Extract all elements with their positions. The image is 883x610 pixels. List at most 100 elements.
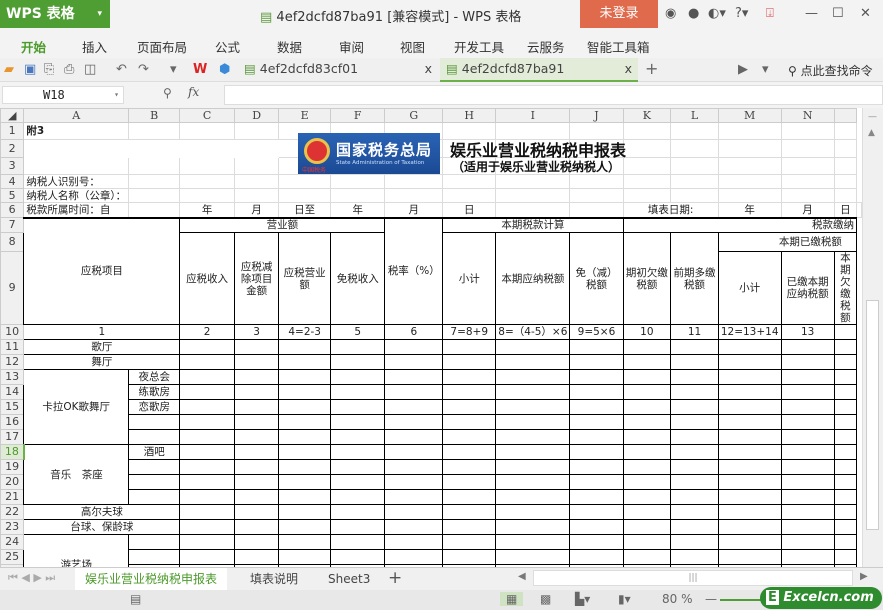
form-cell[interactable]	[622, 534, 672, 550]
form-cell[interactable]	[833, 534, 858, 550]
paid-this-period-header[interactable]: 本期已缴税额	[717, 232, 858, 252]
sheet-tab-active[interactable]: 娱乐业营业税纳税申报表	[75, 568, 228, 591]
form-cell[interactable]	[495, 549, 571, 565]
form-cell[interactable]	[670, 354, 719, 370]
vertical-scroll-thumb[interactable]	[866, 300, 879, 530]
form-cell[interactable]	[442, 459, 497, 475]
taxable-subitem[interactable]: 夜总会	[128, 369, 181, 385]
form-cell[interactable]	[329, 399, 386, 415]
form-cell[interactable]	[495, 369, 571, 385]
horizontal-scrollbar[interactable]: |||	[533, 570, 853, 586]
paid-subtotal-header[interactable]: 小计	[717, 251, 782, 325]
form-cell[interactable]	[495, 399, 571, 415]
period-month[interactable]: 月	[233, 202, 280, 218]
form-cell[interactable]	[442, 414, 497, 430]
form-cell[interactable]	[622, 354, 672, 370]
form-cell[interactable]	[384, 549, 444, 565]
form-cell[interactable]	[278, 504, 331, 520]
form-cell[interactable]	[780, 414, 835, 430]
tax-rate-header[interactable]: 税率（%）	[384, 216, 444, 325]
column-header[interactable]: M	[717, 108, 782, 123]
col-number[interactable]: 1	[23, 324, 181, 340]
row-header[interactable]: 3	[0, 157, 25, 175]
column-header[interactable]: L	[670, 108, 719, 123]
form-cell[interactable]	[179, 339, 235, 355]
row-header[interactable]: 17	[0, 429, 25, 445]
cube-icon[interactable]: ⬢	[219, 62, 230, 77]
form-cell[interactable]	[717, 474, 782, 490]
form-cell[interactable]	[780, 519, 835, 535]
login-button[interactable]: 未登录	[580, 0, 658, 28]
form-cell[interactable]	[670, 474, 719, 490]
form-cell[interactable]	[670, 504, 719, 520]
period-year[interactable]: 年	[179, 202, 235, 218]
form-cell[interactable]	[780, 429, 835, 445]
form-cell[interactable]	[622, 549, 672, 565]
period-day-to[interactable]: 日至	[278, 202, 331, 218]
row-header[interactable]: 16	[0, 414, 25, 430]
form-cell[interactable]	[670, 399, 719, 415]
form-cell[interactable]	[384, 519, 444, 535]
row-header[interactable]: 2	[0, 139, 25, 158]
col-number[interactable]: 7=8+9	[442, 324, 497, 340]
form-cell[interactable]	[569, 384, 624, 400]
redo-icon[interactable]: ↷	[138, 62, 149, 77]
form-cell[interactable]	[780, 534, 835, 550]
eye-protect-icon[interactable]: ▮▾	[618, 592, 631, 606]
normal-view-icon[interactable]: ▦	[500, 592, 524, 606]
zoom-level[interactable]: 80 %	[662, 592, 693, 606]
unpaid-header[interactable]: 本期欠缴税额	[833, 251, 858, 325]
form-cell[interactable]	[833, 339, 858, 355]
form-cell[interactable]	[670, 519, 719, 535]
sheet-tab[interactable]: Sheet3	[318, 568, 380, 591]
form-cell[interactable]	[233, 429, 280, 445]
share-icon[interactable]: ◐▾	[708, 6, 726, 21]
form-cell[interactable]	[622, 369, 672, 385]
form-cell[interactable]	[495, 504, 571, 520]
function-icon[interactable]: fx	[188, 85, 199, 99]
form-cell[interactable]	[384, 369, 444, 385]
form-cell[interactable]	[233, 414, 280, 430]
form-cell[interactable]	[670, 549, 719, 565]
exempt-income-header[interactable]: 免税收入	[329, 232, 386, 325]
form-cell[interactable]	[329, 519, 386, 535]
form-cell[interactable]	[179, 399, 235, 415]
form-cell[interactable]	[670, 459, 719, 475]
taxable-item[interactable]: 高尔夫球	[23, 504, 181, 520]
form-cell[interactable]	[717, 534, 782, 550]
col-number[interactable]: 3	[233, 324, 280, 340]
form-cell[interactable]	[442, 429, 497, 445]
taxable-item-group[interactable]: 音乐 茶座	[23, 444, 130, 505]
help-icon[interactable]: ?▾	[735, 6, 748, 21]
row-header[interactable]: 24	[0, 534, 25, 550]
form-cell[interactable]	[717, 549, 782, 565]
form-cell[interactable]	[833, 369, 858, 385]
menu-page-layout[interactable]: 页面布局	[137, 37, 187, 56]
form-cell[interactable]	[384, 384, 444, 400]
arrears-begin-header[interactable]: 期初欠缴税额	[622, 232, 672, 325]
settings-icon[interactable]: ●	[688, 6, 699, 21]
row-header[interactable]: 22	[0, 504, 25, 520]
form-cell[interactable]	[833, 549, 858, 565]
form-cell[interactable]	[329, 384, 386, 400]
row-header[interactable]: 5	[0, 188, 25, 203]
form-cell[interactable]	[329, 504, 386, 520]
form-cell[interactable]	[717, 459, 782, 475]
freeze-icon[interactable]: ▙▾	[575, 592, 590, 606]
clipboard-icon[interactable]: ▤	[130, 592, 141, 606]
form-cell[interactable]	[278, 354, 331, 370]
form-cell[interactable]	[278, 549, 331, 565]
form-cell[interactable]	[329, 474, 386, 490]
form-cell[interactable]	[329, 489, 386, 505]
form-cell[interactable]	[233, 489, 280, 505]
form-cell[interactable]	[495, 459, 571, 475]
taxable-subitem[interactable]	[128, 489, 181, 505]
form-cell[interactable]	[233, 474, 280, 490]
form-cell[interactable]	[569, 399, 624, 415]
deduction-header[interactable]: 应税减除项目金额	[233, 232, 280, 325]
form-cell[interactable]	[442, 534, 497, 550]
form-cell[interactable]	[495, 384, 571, 400]
form-cell[interactable]	[179, 444, 235, 460]
form-cell[interactable]	[717, 414, 782, 430]
form-cell[interactable]	[179, 384, 235, 400]
